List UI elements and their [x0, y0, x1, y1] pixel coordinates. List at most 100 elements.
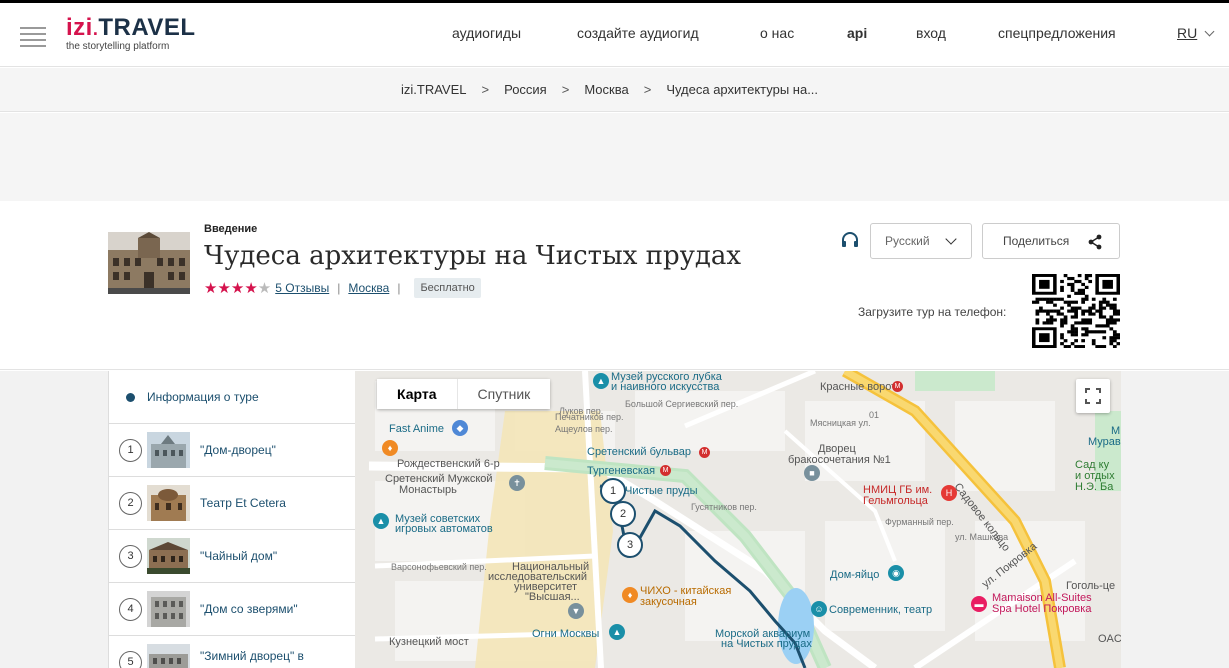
- language-switcher[interactable]: RU: [1177, 25, 1215, 41]
- share-icon: [1088, 234, 1102, 250]
- map-label-chistye-prudy: Чистые пруды: [625, 485, 698, 497]
- map-label-dvorets-2: бракосочетания №1: [788, 454, 891, 466]
- map-street: Большой Сергиевский пер.: [625, 399, 739, 409]
- nav-api[interactable]: api: [847, 25, 867, 41]
- nav-about[interactable]: о нас: [760, 25, 794, 41]
- breadcrumb-home[interactable]: izi.TRAVEL: [401, 82, 467, 97]
- map-number: 01: [869, 410, 880, 420]
- nav-create-audioguide[interactable]: создайте аудиогид: [577, 25, 699, 41]
- city-link[interactable]: Москва: [348, 281, 389, 295]
- map-street: Гусятников пер.: [691, 502, 757, 512]
- share-button[interactable]: Поделиться: [982, 223, 1120, 259]
- metro-icon: M: [699, 447, 710, 458]
- map-label-kuznetsky: Кузнецкий мост: [389, 636, 469, 648]
- map-label-oac: OAC: [1098, 633, 1121, 645]
- map-label-turgenevskaya: Тургеневская: [587, 465, 656, 477]
- shop-icon: ◆: [452, 420, 468, 436]
- list-item[interactable]: 3 "Чайный дом": [109, 530, 355, 583]
- stop-thumbnail: [147, 644, 190, 668]
- breadcrumb: izi.TRAVEL > Россия > Москва > Чудеса архитект…: [0, 68, 1229, 112]
- tour-meta: ★★★★★ 5 Отзывы | Москва | Бесплатно: [204, 277, 481, 299]
- museum-icon: ▲: [593, 373, 609, 389]
- fullscreen-icon: [1085, 388, 1101, 404]
- map-label-sad-3: Н.Э. Ба: [1075, 481, 1114, 493]
- breadcrumb-separator: >: [481, 82, 490, 97]
- museum-icon: ▲: [373, 513, 389, 529]
- stop-number: 1: [119, 439, 142, 462]
- tour-header: Введение Чудеса архитектуры на Чистых пр…: [0, 201, 1229, 370]
- map-label-museum-automata-2: игровых автоматов: [395, 523, 493, 535]
- theatre-icon: ☺: [811, 601, 827, 617]
- timeline-dot: [126, 393, 135, 402]
- list-item[interactable]: 4 "Дом со зверями": [109, 583, 355, 636]
- tour-info-label: Информация о туре: [147, 390, 259, 404]
- map-label-chiho-2: закусочная: [640, 596, 697, 608]
- tour-thumbnail: [108, 232, 190, 294]
- stop-thumbnail: [147, 538, 190, 574]
- rating-stars: ★★★★★: [204, 279, 271, 297]
- map-label-monastery-2: Монастырь: [399, 484, 457, 496]
- map-label-krasnye-vorota: Красные ворота: [820, 381, 903, 393]
- logo-tagline: the storytelling platform: [66, 41, 170, 52]
- landmark-icon: ■: [804, 465, 820, 481]
- stop-thumbnail: [147, 485, 190, 521]
- breadcrumb-current: Чудеса архитектуры на...: [666, 82, 819, 97]
- nav-special-offers[interactable]: спецпредложения: [998, 25, 1116, 41]
- fullscreen-button[interactable]: [1076, 379, 1110, 413]
- logo-travel: TRAVEL: [98, 14, 196, 41]
- map-label-rozhdestvensky: Рождественский 6-р: [397, 458, 500, 470]
- map-label-nmits-2: Гельмгольца: [863, 495, 928, 507]
- tour-stop-list: Информация о туре 1 "Дом-дворец" 2 Театр…: [108, 371, 355, 668]
- map-label-gogol: Гоголь-це: [1066, 580, 1116, 592]
- tour-title: Чудеса архитектуры на Чистых прудах: [204, 241, 742, 271]
- tour-language-select[interactable]: Русский: [870, 223, 972, 259]
- list-item[interactable]: 2 Театр Et Cetera: [109, 477, 355, 530]
- stop-thumbnail: [147, 591, 190, 627]
- church-icon: ✝: [509, 475, 525, 491]
- menu-icon[interactable]: [20, 27, 46, 47]
- nav-audioguides[interactable]: аудиогиды: [452, 25, 521, 41]
- tour-eyebrow: Введение: [204, 223, 258, 235]
- reviews-link[interactable]: 5 Отзывы: [275, 281, 329, 295]
- meta-separator: |: [397, 281, 401, 295]
- site-header: izi.TRAVEL the storytelling platform ауд…: [0, 3, 1229, 67]
- rating-stars-on: ★★★★: [204, 280, 258, 297]
- map-street: Мясницкая ул.: [810, 418, 871, 428]
- breadcrumb-country[interactable]: Россия: [504, 82, 547, 97]
- map-street: Ащеулов пер.: [555, 424, 613, 434]
- right-gutter: [1121, 371, 1229, 668]
- stop-label: "Чайный дом": [200, 549, 278, 563]
- map-label-dom-yaitso: Дом-яйцо: [830, 569, 880, 581]
- map-label-university-4: "Высшая...: [525, 591, 580, 603]
- stop-label: "Дом со зверями": [200, 602, 298, 616]
- rating-stars-off: ★: [257, 280, 272, 297]
- language-code: RU: [1177, 25, 1198, 41]
- list-item[interactable]: 1 "Дом-дворец": [109, 424, 355, 477]
- stop-number: 3: [119, 545, 142, 568]
- breadcrumb-separator: >: [561, 82, 570, 97]
- headphones-icon: [842, 232, 858, 247]
- map-street: Луков пер.: [559, 406, 604, 416]
- map-stop-3[interactable]: 3: [617, 532, 643, 558]
- stop-number: 2: [119, 492, 142, 515]
- qr-label: Загрузите тур на телефон:: [858, 305, 1007, 319]
- stop-number: 4: [119, 598, 142, 621]
- stop-thumbnail: [147, 432, 190, 468]
- tour-language-value: Русский: [885, 234, 930, 248]
- museum-icon: ▲: [609, 624, 625, 640]
- landmark-icon: ◉: [888, 565, 904, 581]
- tab-map[interactable]: Карта: [377, 379, 457, 409]
- map-label-sovremennik: Современник, театр: [829, 604, 933, 616]
- logo[interactable]: izi.TRAVEL the storytelling platform: [66, 14, 196, 53]
- tour-map[interactable]: ▲ Музей русского лубка и наивного искусс…: [355, 371, 1121, 668]
- tab-satellite[interactable]: Спутник: [456, 379, 551, 409]
- map-street: Фурманный пер.: [885, 517, 954, 527]
- nav-login[interactable]: вход: [916, 25, 946, 41]
- restaurant-icon: ♦: [622, 587, 638, 603]
- school-icon: ▼: [568, 603, 584, 619]
- logo-izi: izi: [66, 14, 93, 41]
- list-item[interactable]: 5 "Зимний дворец" в: [109, 636, 355, 668]
- map-stop-2[interactable]: 2: [610, 501, 636, 527]
- list-item-tour-info[interactable]: Информация о туре: [109, 371, 355, 424]
- breadcrumb-city[interactable]: Москва: [584, 82, 628, 97]
